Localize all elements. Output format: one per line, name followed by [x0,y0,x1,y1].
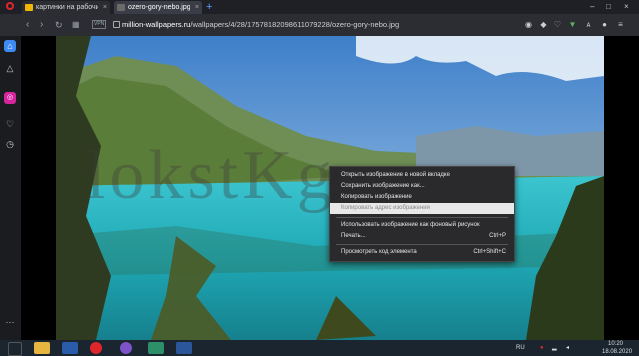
back-icon[interactable]: ‹ [26,19,29,31]
opera-tray-icon[interactable]: ● [540,344,544,352]
avatar-icon[interactable]: ● [600,20,609,29]
network-icon[interactable]: ▂ [552,344,557,352]
media-app-icon[interactable] [148,342,164,354]
menu-item-shortcut: Ctrl+Shift+C [473,249,506,255]
new-tab-button[interactable]: + [206,0,212,14]
translate-icon[interactable]: ᴀ [584,20,593,29]
page-content: lokstKg Открыть изображение в новой вкла… [21,36,639,340]
menu-item-shortcut: Ctrl+P [489,233,506,239]
url-field[interactable]: million-wallpapers.ru/wallpapers/4/28/17… [122,19,399,31]
download-extension-icon[interactable]: ▼ [568,20,577,29]
viber-icon[interactable] [120,342,132,354]
menu-item-save-image[interactable]: Сохранить изображение как... [330,181,514,192]
easy-setup-icon[interactable]: ≡ [616,20,625,29]
url-host: million-wallpapers.ru [122,20,191,29]
vpn-badge[interactable]: VPN [92,20,107,29]
adblock-shield-icon[interactable]: ◆ [539,20,548,29]
taskbar: RU ● ▂ ◂ 10:20 18.08.2020 [0,340,639,356]
camera-icon[interactable]: ◉ [524,20,533,29]
menu-item-set-wallpaper[interactable]: Использовать изображение как фоновый рис… [330,220,514,231]
context-menu: Открыть изображение в новой вкладке Сохр… [329,166,515,262]
menu-item-label: Печать... [341,233,366,239]
more-icon[interactable]: ··· [4,316,16,328]
language-indicator[interactable]: RU [516,344,525,352]
tab-wallpaper-search[interactable]: картинки на рабочий сто × [22,1,110,14]
tab-label: ozero-gory-nebo.jpg (1920 [128,4,190,11]
watermark-text: lokstKg [86,137,336,214]
maximize-button[interactable]: □ [606,0,611,14]
clock-time[interactable]: 10:20 [608,340,623,348]
menu-item-label: Сохранить изображение как... [341,183,425,189]
instagram-icon[interactable]: ◎ [4,92,16,104]
tab-ozero-image[interactable]: ozero-gory-nebo.jpg (1920 × [114,1,202,14]
menu-item-label: Просмотреть код элемента [341,249,417,255]
opera-taskbar-icon[interactable] [90,342,102,354]
reload-icon[interactable]: ↻ [55,19,63,31]
minimize-button[interactable]: – [590,0,594,14]
home-icon[interactable]: ⌂ [4,40,16,52]
history-clock-icon[interactable]: ◷ [4,138,16,150]
menu-item-label: Копировать адрес изображения [341,205,430,211]
menu-item-copy-image-address[interactable]: Копировать адрес изображения [330,203,514,214]
tab-bar: картинки на рабочий сто × ozero-gory-neb… [0,0,639,14]
url-path: /wallpapers/4/28/17578182098611079228/oz… [190,20,400,29]
word-icon[interactable] [176,342,192,354]
clock-date[interactable]: 18.08.2020 [602,348,632,356]
menu-item-inspect[interactable]: Просмотреть код элемента Ctrl+Shift+C [330,247,514,258]
opera-menu-icon[interactable] [6,2,14,10]
start-button[interactable] [8,342,22,356]
menu-item-label: Копировать изображение [341,194,412,200]
explorer-icon[interactable] [34,342,50,354]
floppy-app-icon[interactable] [62,342,78,354]
speed-dial-icon[interactable]: △ [4,62,16,74]
yandex-favicon-icon [25,4,33,11]
menu-item-open-new-tab[interactable]: Открыть изображение в новой вкладке [330,170,514,181]
lock-icon[interactable] [113,21,120,28]
menu-item-label: Использовать изображение как фоновый рис… [341,222,480,228]
menu-separator [336,244,508,245]
address-bar: ‹ › ↻ ▦ VPN million-wallpapers.ru/wallpa… [0,14,639,36]
tab-close-icon[interactable]: × [103,1,107,14]
heart-icon[interactable]: ♡ [553,20,562,29]
menu-item-label: Открыть изображение в новой вкладке [341,172,450,178]
menu-item-copy-image[interactable]: Копировать изображение [330,192,514,203]
tab-close-icon[interactable]: × [195,1,199,14]
sidebar: ⌂ △ ◎ ♡ ◷ ··· [0,36,21,340]
volume-icon[interactable]: ◂ [566,344,569,352]
close-window-button[interactable]: × [624,0,629,14]
speed-dial-icon[interactable]: ▦ [72,19,80,31]
site-favicon-icon [117,4,125,11]
menu-separator [336,217,508,218]
forward-icon[interactable]: › [40,19,43,31]
tab-label: картинки на рабочий сто [36,4,98,11]
menu-item-print[interactable]: Печать... Ctrl+P [330,231,514,242]
bookmarks-heart-icon[interactable]: ♡ [4,118,16,130]
